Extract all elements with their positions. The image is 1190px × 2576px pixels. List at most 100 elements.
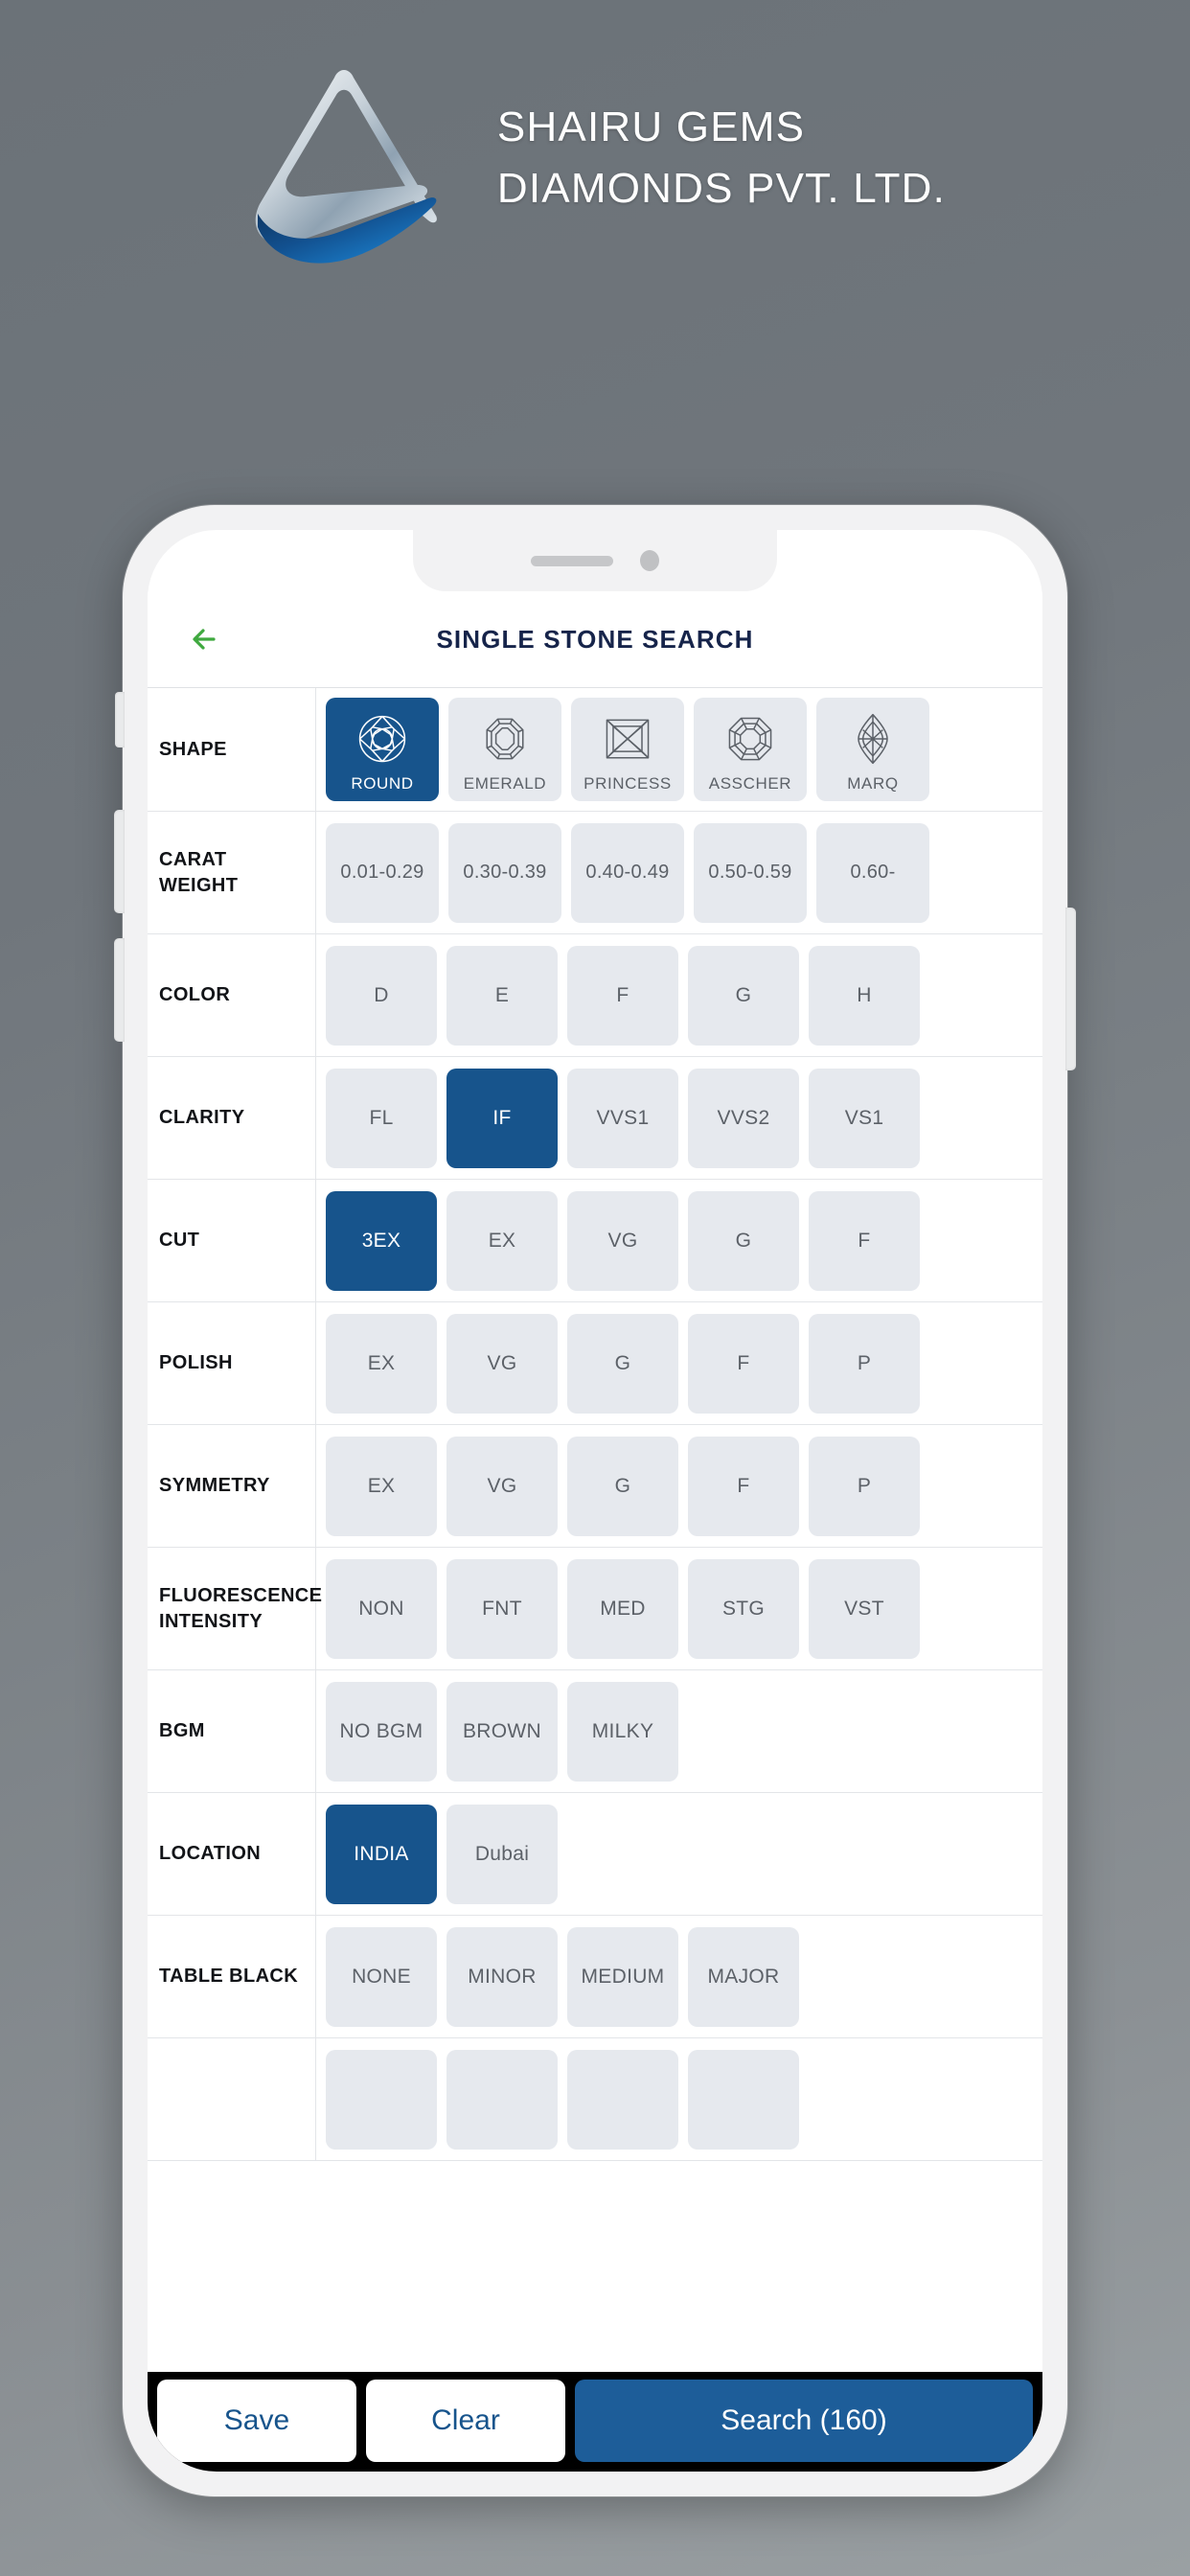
filter-chip-no-bgm[interactable]: NO BGM <box>326 1681 437 1782</box>
filter-chip-group[interactable]: FL IF VVS1 VVS2 VS1 <box>316 1057 1042 1179</box>
bottom-action-bar: Save Clear Search (160) <box>148 2372 1042 2472</box>
filter-chip-label: EX <box>367 1351 396 1374</box>
filter-chip-0-30-0-39[interactable]: 0.30-0.39 <box>448 822 561 923</box>
filter-chip-d[interactable]: D <box>326 945 437 1046</box>
search-button[interactable]: Search (160) <box>575 2380 1033 2462</box>
filter-row: COLOR D E F G H <box>148 934 1042 1057</box>
filter-chip-group[interactable]: NO BGM BROWN MILKY <box>316 1670 1042 1792</box>
filter-chip-f[interactable]: F <box>688 1436 799 1536</box>
filter-chip-asscher[interactable]: ASSCHER <box>694 698 807 801</box>
filter-chip-vvs1[interactable]: VVS1 <box>567 1068 678 1168</box>
filter-chip-f[interactable]: F <box>567 945 678 1046</box>
filter-chip-label: F <box>737 1474 750 1497</box>
filter-chip-empty[interactable] <box>567 2049 678 2150</box>
filter-chip-label: NON <box>358 1597 404 1620</box>
filter-chip-group[interactable] <box>316 2038 1042 2160</box>
filter-chip-0-40-0-49[interactable]: 0.40-0.49 <box>571 822 684 923</box>
filter-chip-label: H <box>857 983 872 1006</box>
filter-chip-label: EX <box>488 1229 516 1252</box>
emerald-diamond-icon <box>476 709 534 769</box>
filter-row-label: FLUORESCENCE INTENSITY <box>148 1548 322 1669</box>
filter-chip-empty[interactable] <box>688 2049 799 2150</box>
filter-chip-group[interactable]: NON FNT MED STG VST <box>316 1548 1042 1669</box>
volume-down-button[interactable] <box>114 938 125 1042</box>
power-button[interactable] <box>1065 908 1076 1070</box>
filter-chip-if[interactable]: IF <box>446 1068 558 1168</box>
mute-switch-button[interactable] <box>115 692 125 748</box>
filter-row: SHAPE ROUND EMERALD PRINCESS ASSCHER MAR… <box>148 688 1042 812</box>
filter-chip-milky[interactable]: MILKY <box>567 1681 678 1782</box>
filter-chip-f[interactable]: F <box>809 1190 920 1291</box>
filter-chip-e[interactable]: E <box>446 945 558 1046</box>
filter-chip-group[interactable]: INDIA Dubai <box>316 1793 1042 1915</box>
filter-chip-princess[interactable]: PRINCESS <box>571 698 684 801</box>
filter-chip-label: 0.01-0.29 <box>340 862 424 883</box>
filter-chip-group[interactable]: 3EX EX VG G F <box>316 1180 1042 1301</box>
filter-chip-label: G <box>614 1351 631 1374</box>
filter-chip-brown[interactable]: BROWN <box>446 1681 558 1782</box>
filter-chip-fnt[interactable]: FNT <box>446 1558 558 1659</box>
filter-chip-g[interactable]: G <box>567 1313 678 1414</box>
filter-chip-non[interactable]: NON <box>326 1558 437 1659</box>
filter-chip-major[interactable]: MAJOR <box>688 1926 799 2027</box>
filter-chip-ex[interactable]: EX <box>326 1313 437 1414</box>
filter-chip-p[interactable]: P <box>809 1436 920 1536</box>
filter-chip-label: PRINCESS <box>584 774 672 793</box>
filter-chip-marq[interactable]: MARQ <box>816 698 929 801</box>
filter-chip-vg[interactable]: VG <box>446 1313 558 1414</box>
filter-chip-f[interactable]: F <box>688 1313 799 1414</box>
app-header: SINGLE STONE SEARCH <box>148 591 1042 687</box>
filter-chip-label: VG <box>607 1229 638 1252</box>
clear-button[interactable]: Clear <box>366 2380 565 2462</box>
filter-chip-group[interactable]: EX VG G F P <box>316 1302 1042 1424</box>
filter-chip-group[interactable]: 0.01-0.29 0.30-0.39 0.40-0.49 0.50-0.59 0.60… <box>316 812 1042 933</box>
filter-chip-group[interactable]: D E F G H <box>316 934 1042 1056</box>
filter-row-label: CUT <box>148 1180 316 1301</box>
filter-chip-group[interactable]: NONE MINOR MEDIUM MAJOR <box>316 1916 1042 2037</box>
speaker-slot-icon <box>531 555 613 566</box>
filter-chip-dubai[interactable]: Dubai <box>446 1804 558 1904</box>
filter-chip-0-60[interactable]: 0.60- <box>816 822 929 923</box>
filter-chip-g[interactable]: G <box>688 945 799 1046</box>
volume-up-button[interactable] <box>114 810 125 913</box>
filter-chip-label: 0.60- <box>850 862 896 883</box>
filter-chip-g[interactable]: G <box>688 1190 799 1291</box>
filter-chip-group[interactable]: EX VG G F P <box>316 1425 1042 1547</box>
filter-chip-label: VVS2 <box>717 1106 770 1129</box>
filter-chip-ex[interactable]: EX <box>446 1190 558 1291</box>
filter-chip-emerald[interactable]: EMERALD <box>448 698 561 801</box>
filter-row: TABLE BLACK NONE MINOR MEDIUM MAJOR <box>148 1916 1042 2038</box>
filter-chip-h[interactable]: H <box>809 945 920 1046</box>
filter-chip-label: G <box>735 983 752 1006</box>
filter-chip-round[interactable]: ROUND <box>326 698 439 801</box>
filter-chip-empty[interactable] <box>446 2049 558 2150</box>
back-arrow-icon[interactable] <box>176 611 232 667</box>
filter-chip-vvs2[interactable]: VVS2 <box>688 1068 799 1168</box>
filter-chip-fl[interactable]: FL <box>326 1068 437 1168</box>
filter-chip-minor[interactable]: MINOR <box>446 1926 558 2027</box>
filter-chip-vg[interactable]: VG <box>446 1436 558 1536</box>
filter-chip-vs1[interactable]: VS1 <box>809 1068 920 1168</box>
filter-chip-3ex[interactable]: 3EX <box>326 1190 437 1291</box>
filter-chip-vg[interactable]: VG <box>567 1190 678 1291</box>
filter-chip-vst[interactable]: VST <box>809 1558 920 1659</box>
filter-chip-group[interactable]: ROUND EMERALD PRINCESS ASSCHER MARQ <box>316 688 1042 811</box>
filter-chip-p[interactable]: P <box>809 1313 920 1414</box>
save-button[interactable]: Save <box>157 2380 356 2462</box>
filter-chip-none[interactable]: NONE <box>326 1926 437 2027</box>
filter-chip-empty[interactable] <box>326 2049 437 2150</box>
filter-chip-g[interactable]: G <box>567 1436 678 1536</box>
filter-chip-0-50-0-59[interactable]: 0.50-0.59 <box>694 822 807 923</box>
princess-diamond-icon <box>599 709 656 769</box>
shairu-triangle-wave-logo-icon <box>244 53 446 264</box>
filter-chip-stg[interactable]: STG <box>688 1558 799 1659</box>
filter-chip-ex[interactable]: EX <box>326 1436 437 1536</box>
filter-chip-label: IF <box>492 1106 512 1129</box>
filter-chip-label: P <box>857 1474 872 1497</box>
filter-row-label: BGM <box>148 1670 316 1792</box>
filter-chip-medium[interactable]: MEDIUM <box>567 1926 678 2027</box>
filter-chip-0-01-0-29[interactable]: 0.01-0.29 <box>326 822 439 923</box>
filter-table[interactable]: SHAPE ROUND EMERALD PRINCESS ASSCHER MAR… <box>148 687 1042 2472</box>
filter-chip-med[interactable]: MED <box>567 1558 678 1659</box>
filter-chip-india[interactable]: INDIA <box>326 1804 437 1904</box>
